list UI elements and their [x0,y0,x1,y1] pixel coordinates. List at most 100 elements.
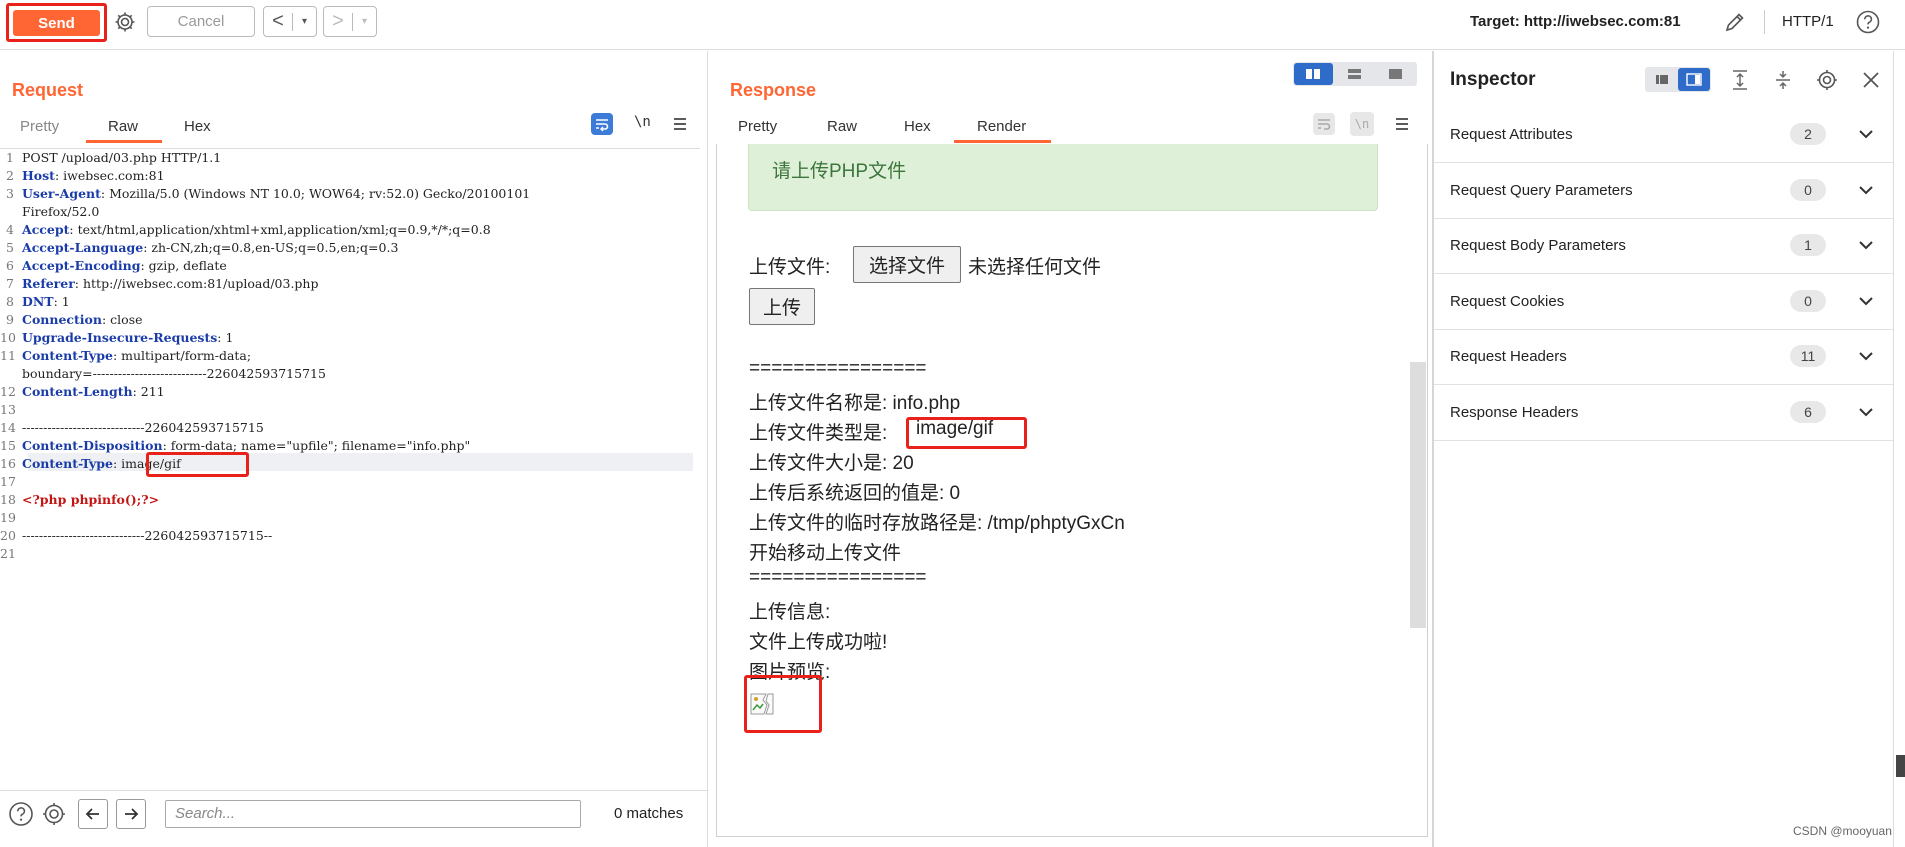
code-line[interactable]: 1 POST /upload/03.php HTTP/1.1 [0,149,221,167]
choose-file-button[interactable]: 选择文件 [853,246,961,283]
inspector-layout-toggle[interactable] [1645,67,1711,92]
line-number: 13 [0,402,16,417]
code-line[interactable]: 14 -----------------------------226042593… [0,419,264,437]
search-prev-button[interactable] [78,799,108,829]
split-view-icon[interactable] [1294,63,1333,85]
wrap-lines-icon[interactable] [590,112,614,136]
http-version-toggle[interactable]: HTTP/1 [1782,13,1834,30]
code-line[interactable]: 8 DNT: 1 [0,293,70,311]
history-forward-button[interactable]: > ▾ [323,6,377,37]
window-edge-scrollbar[interactable] [1893,51,1905,847]
chevron-down-icon[interactable] [1856,402,1876,422]
search-next-button[interactable] [116,799,146,829]
expand-all-icon[interactable] [1728,68,1752,92]
chevron-down-icon[interactable]: ▾ [353,16,376,27]
tabbed-view-icon[interactable] [1376,63,1415,85]
help-icon[interactable] [7,800,35,828]
inspector-section[interactable]: Request Headers 11 [1434,330,1894,385]
code-line[interactable]: 7 Referer: http://iwebsec.com:81/upload/0… [0,275,318,293]
target-host[interactable]: Target: http://iwebsec.com:81 [1470,13,1681,30]
chevron-down-icon[interactable]: ▾ [293,16,316,27]
chevron-down-icon[interactable] [1856,235,1876,255]
tab-raw[interactable]: Raw [108,118,138,135]
code-line[interactable]: 4 Accept: text/html,application/xhtml+xml… [0,221,491,239]
tab-hex[interactable]: Hex [184,118,211,135]
inspector-section[interactable]: Response Headers 6 [1434,386,1894,441]
line-number: 8 [6,294,14,309]
gear-icon[interactable] [1815,68,1839,92]
upload-button[interactable]: 上传 [749,288,815,325]
code-line[interactable]: 11 Content-Type: multipart/form-data; [0,347,251,365]
code-line[interactable]: 3 User-Agent: Mozilla/5.0 (Windows NT 10.… [0,185,530,203]
separator-text: ================ [749,567,927,588]
cancel-button[interactable]: Cancel [147,6,255,37]
stacked-view-icon[interactable] [1335,63,1374,85]
inspector-section[interactable]: Request Cookies 0 [1434,275,1894,330]
inspector-section[interactable]: Request Query Parameters 0 [1434,164,1894,219]
close-icon[interactable] [1859,68,1883,92]
chevron-down-icon[interactable] [1856,180,1876,200]
pencil-icon[interactable] [1722,9,1748,35]
line-number: 12 [0,384,16,399]
code-line[interactable]: 10 Upgrade-Insecure-Requests: 1 [0,329,233,347]
search-input[interactable]: Search... [165,800,581,828]
inspector-right-layout-icon[interactable] [1678,68,1710,91]
line-number: 18 [0,492,16,507]
code-line[interactable]: 18 <?php phpinfo();?> [0,491,159,509]
chevron-down-icon[interactable] [1856,291,1876,311]
collapse-all-icon[interactable] [1771,68,1795,92]
gear-icon[interactable] [113,10,137,34]
wrap-lines-icon[interactable] [1312,112,1336,136]
gear-icon[interactable] [40,800,68,828]
send-button[interactable]: Send [13,10,100,36]
code-line[interactable]: 2 Host: iwebsec.com:81 [0,167,165,185]
code-line[interactable]: 12 Content-Length: 211 [0,383,165,401]
body-text: Firefox/52.0 [22,204,100,219]
line-number: 10 [0,330,16,345]
newline-toggle[interactable]: \n [634,114,651,130]
header-name: Connection [22,312,102,327]
inspector-section[interactable]: Request Body Parameters 1 [1434,219,1894,274]
window-edge-scroll-thumb[interactable] [1896,755,1905,777]
header-name: Content-Type [22,348,113,363]
inspector-section[interactable]: Request Attributes 2 [1434,108,1894,163]
line-number: 9 [6,312,14,327]
help-icon[interactable] [1855,9,1881,35]
layout-view-toggle[interactable] [1293,62,1417,86]
tab-render[interactable]: Render [977,118,1026,135]
inspector-section-label: Request Attributes [1450,126,1573,143]
header-name: Content-Length [22,384,133,399]
history-back-button[interactable]: < ▾ [263,6,317,37]
tab-pretty[interactable]: Pretty [738,118,777,135]
code-line[interactable]: 19 [0,509,22,527]
temp-path-line: 上传文件的临时存放路径是: /tmp/phptyGxCn [749,513,1125,534]
image-preview-highlight-box [744,675,822,733]
tab-hex[interactable]: Hex [904,118,931,135]
menu-icon[interactable] [1390,112,1414,136]
code-line[interactable]: 20 -----------------------------226042593… [0,527,272,545]
header-name: Referer [22,276,75,291]
inspector-left-layout-icon[interactable] [1646,67,1678,92]
code-line[interactable]: 17 [0,473,22,491]
count-badge: 0 [1790,289,1826,312]
header-value: : Mozilla/5.0 (Windows NT 10.0; WOW64; r… [100,186,531,201]
code-line[interactable]: Firefox/52.0 [0,203,99,221]
chevron-down-icon[interactable] [1856,124,1876,144]
code-line[interactable]: boundary=---------------------------2260… [0,365,326,383]
code-line[interactable]: 13 [0,401,22,419]
newline-toggle[interactable]: \n [1350,112,1374,136]
code-line[interactable]: 6 Accept-Encoding: gzip, deflate [0,257,227,275]
tab-pretty[interactable]: Pretty [20,118,59,135]
chevron-down-icon[interactable] [1856,346,1876,366]
success-line: 文件上传成功啦! [749,632,888,653]
code-line[interactable]: 21 [0,545,22,563]
arrow-left-icon [85,808,99,820]
pane-divider[interactable] [707,51,708,847]
code-line[interactable]: 9 Connection: close [0,311,142,329]
line-number: 2 [6,168,14,183]
menu-icon[interactable] [668,112,692,136]
line-number: 20 [0,528,16,543]
render-scrollbar[interactable] [1410,362,1426,628]
tab-raw[interactable]: Raw [827,118,857,135]
code-line[interactable]: 5 Accept-Language: zh-CN,zh;q=0.8,en-US;q… [0,239,398,257]
